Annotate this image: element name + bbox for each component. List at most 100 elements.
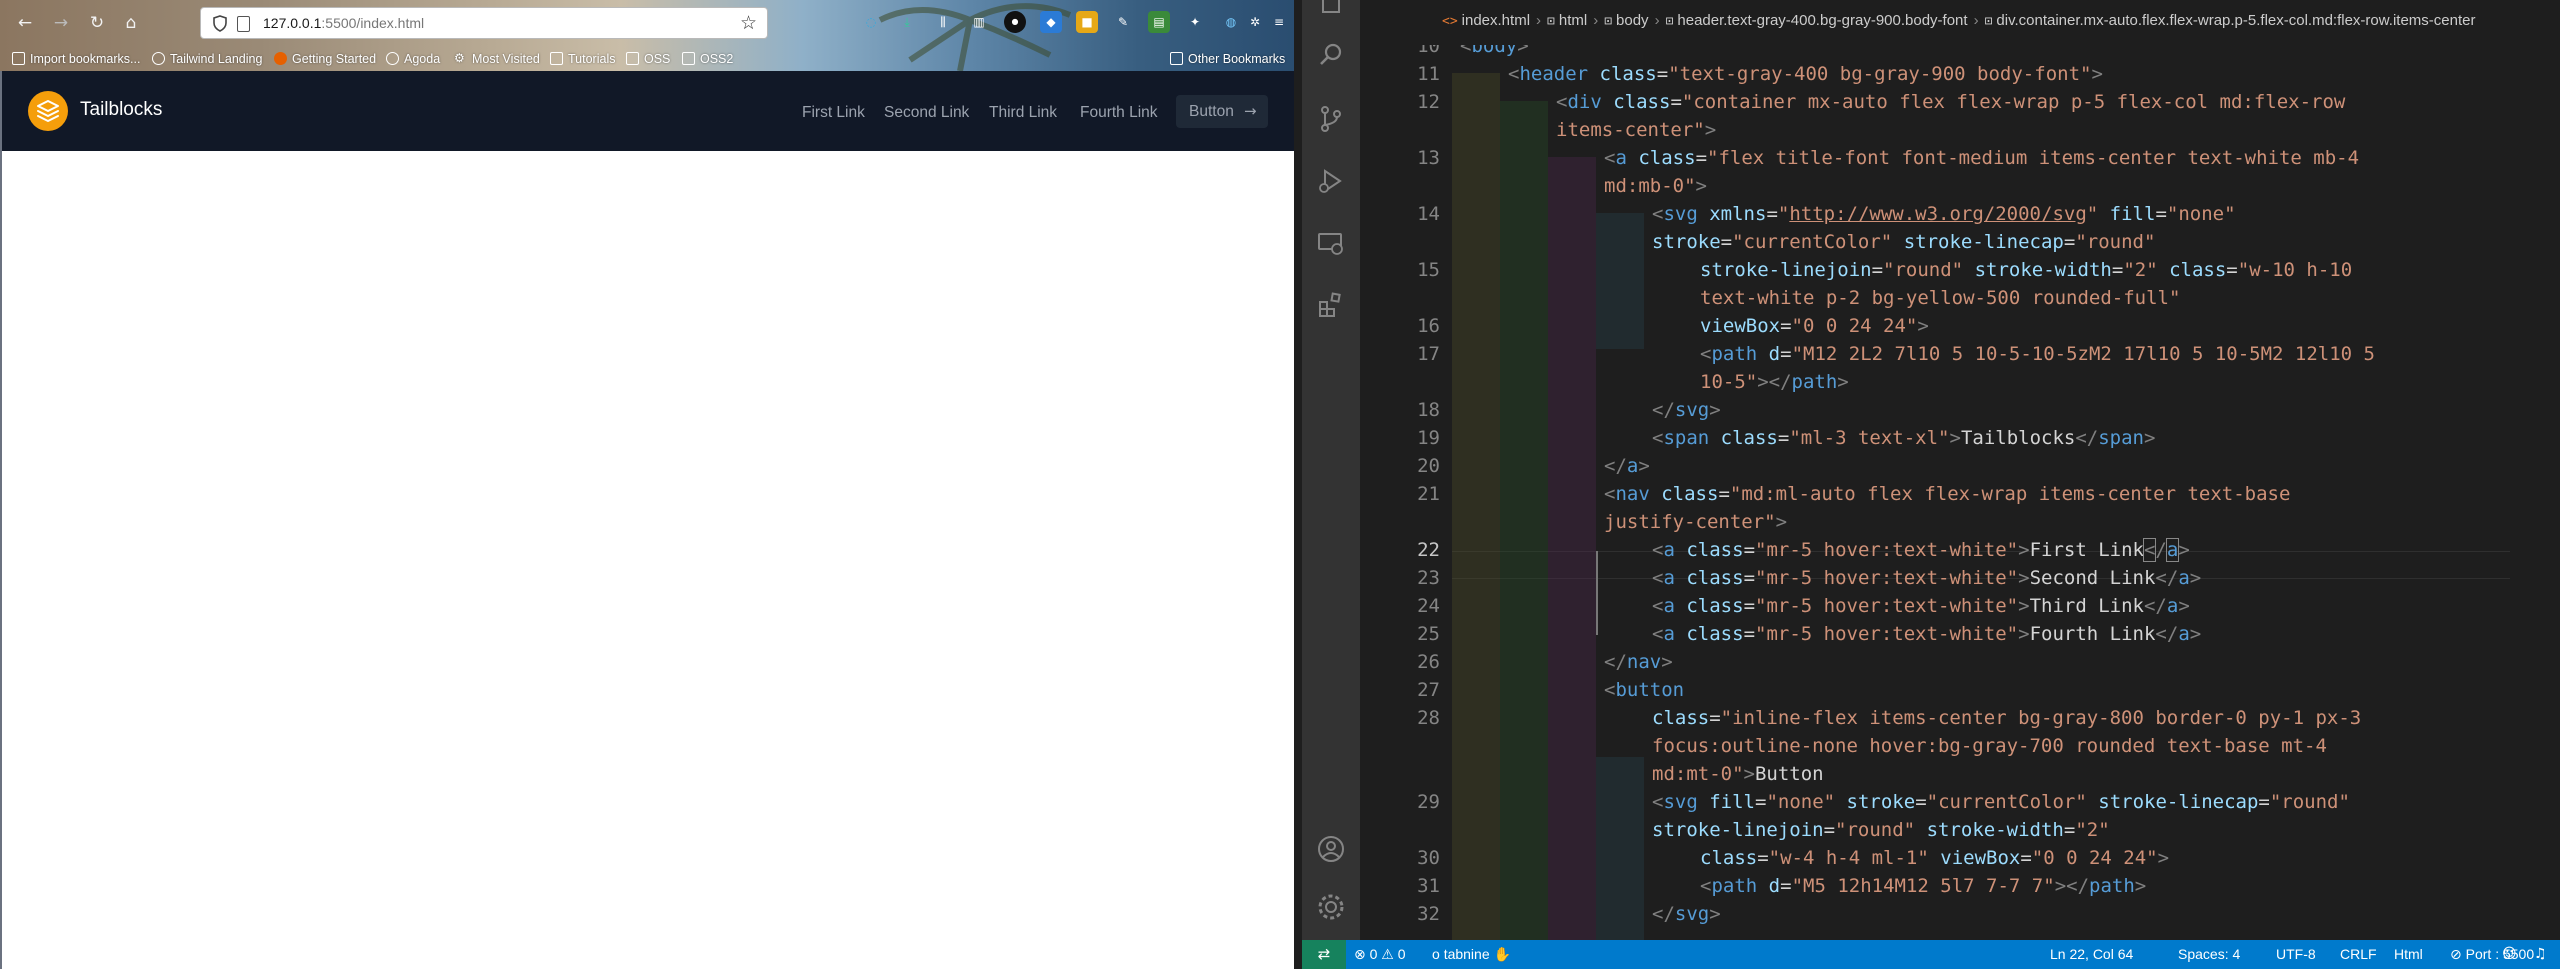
line-number: 19 [1417, 427, 1440, 449]
breadcrumb-item[interactable]: body [1616, 12, 1649, 29]
nav-fourth-link[interactable]: Fourth Link [1080, 104, 1158, 122]
indent-guide [1548, 157, 1596, 940]
indentation[interactable]: Spaces: 4 [2178, 946, 2240, 962]
explorer-icon[interactable] [1316, 0, 1346, 16]
bookmark-agoda[interactable]: Agoda [386, 49, 440, 68]
bookmark-other[interactable]: Other Bookmarks [1170, 49, 1285, 68]
indent-guide [1596, 213, 1644, 349]
gear-icon: ⚙ [454, 51, 465, 65]
site-header: Tailblocks First Link Second Link Third … [0, 71, 1294, 151]
line-number [1360, 816, 1440, 844]
line-number: 15 [1417, 259, 1440, 281]
extension-globe-icon[interactable]: ◍ [1220, 11, 1242, 33]
bookmark-oss[interactable]: OSS [626, 49, 670, 68]
code-line: <header class="text-gray-400 bg-gray-900… [1508, 63, 2103, 85]
live-server-port[interactable]: ⊘ Port : 5500 [2450, 946, 2534, 963]
language-mode[interactable]: Html [2394, 946, 2423, 962]
broadcast-icon: ⊘ [2450, 947, 2462, 963]
home-icon[interactable]: ⌂ [118, 10, 144, 36]
code-line: <a class="mr-5 hover:text-white">Second … [1652, 567, 2202, 589]
nav-row: ← → ↻ ⌂ 127.0.0.1:5500/index.html ☆ ◌ ⤓ … [0, 0, 1294, 46]
tag-icon: ⊡ [1604, 14, 1613, 29]
line-number: 12 [1417, 91, 1440, 113]
nav-second-link[interactable]: Second Link [884, 104, 969, 122]
line-number: 27 [1417, 679, 1440, 701]
nav-third-link[interactable]: Third Link [989, 104, 1057, 122]
shield-icon[interactable] [213, 15, 227, 32]
line-number: 16 [1417, 315, 1440, 337]
code-line: <a class="mr-5 hover:text-white">Fourth … [1652, 623, 2202, 645]
bookmark-label: OSS2 [700, 51, 734, 66]
settings-gear-icon[interactable] [1316, 892, 1346, 922]
line-number [1360, 760, 1440, 788]
brand-name[interactable]: Tailblocks [80, 99, 162, 121]
tabnine-label: tabnine [1443, 946, 1490, 962]
extension-notes-icon[interactable]: ✎ [1112, 11, 1134, 33]
bookmark-star-icon[interactable]: ☆ [740, 12, 757, 34]
header-button[interactable]: Button → [1176, 95, 1268, 128]
cursor-position[interactable]: Ln 22, Col 64 [2050, 946, 2133, 962]
folder-icon [626, 52, 639, 65]
globe-icon [152, 52, 165, 65]
breadcrumb-item[interactable]: html [1559, 12, 1587, 29]
extension-atom-icon[interactable]: ✲ [1244, 11, 1266, 33]
line-number: 22 [1417, 539, 1440, 561]
account-icon[interactable] [1316, 834, 1346, 864]
line-number: 29 [1417, 791, 1440, 813]
extension-bird-icon[interactable]: ✦ [1184, 11, 1206, 33]
menu-icon[interactable]: ≡ [1268, 11, 1290, 33]
run-debug-icon[interactable] [1316, 166, 1346, 196]
code-area[interactable]: 10 11 12 13 14 15 16 17 18 19 20 21 22 23 24 25 26 27 28 29… [1360, 45, 2510, 940]
code-line: class="w-4 h-4 ml-1" viewBox="0 0 24 24"… [1700, 847, 2170, 869]
logo[interactable] [28, 91, 68, 131]
reload-icon[interactable]: ↻ [84, 10, 110, 36]
url-text[interactable]: 127.0.0.1:5500/index.html [263, 15, 424, 31]
remote-explorer-icon[interactable] [1316, 228, 1346, 258]
library-icon[interactable]: ⫼ [932, 11, 954, 33]
bookmark-tutorials[interactable]: Tutorials [550, 49, 615, 68]
bookmark-import[interactable]: Import bookmarks... [12, 49, 140, 68]
line-number: 25 [1417, 623, 1440, 645]
breadcrumb-item[interactable]: header.text-gray-400.bg-gray-900.body-fo… [1677, 12, 1967, 29]
line-number: 32 [1417, 903, 1440, 925]
back-icon[interactable]: ← [12, 10, 38, 36]
bookmark-label: Other Bookmarks [1188, 51, 1286, 66]
bookmark-tailwind[interactable]: Tailwind Landing [152, 49, 262, 68]
problems-indicator[interactable]: ⊗ 0 ⚠ 0 [1354, 946, 1406, 963]
sidebar-icon[interactable]: ▥ [968, 11, 990, 33]
line-ending[interactable]: CRLF [2340, 946, 2377, 962]
bookmark-label: Tutorials [568, 51, 616, 66]
url-host: 127.0.0.1 [263, 15, 322, 31]
forward-icon[interactable]: → [48, 10, 74, 36]
feedback-icon[interactable]: ☺ [2502, 946, 2517, 962]
breadcrumb-item[interactable]: index.html [1462, 12, 1530, 29]
search-icon[interactable] [1316, 40, 1346, 70]
extension-blue-icon[interactable]: ◆ [1040, 11, 1062, 33]
extension-green-icon[interactable]: ▤ [1148, 11, 1170, 33]
extension-icon[interactable]: ● [1004, 11, 1026, 33]
firefox-icon [274, 52, 287, 65]
code-line: stroke-linejoin="round" stroke-width="2"… [1700, 259, 2353, 281]
code-line: text-white p-2 bg-yellow-500 rounded-ful… [1700, 287, 2181, 309]
notifications-bell-icon[interactable]: ♫ [2534, 946, 2547, 962]
browser-toolbar: ← → ↻ ⌂ 127.0.0.1:5500/index.html ☆ ◌ ⤓ … [0, 0, 1294, 71]
code-line: <svg fill="none" stroke="currentColor" s… [1652, 791, 2350, 813]
page-icon [237, 16, 250, 32]
extension-yellow-icon[interactable]: ■ [1076, 11, 1098, 33]
window-divider [1294, 0, 1302, 969]
breadcrumb-item[interactable]: div.container.mx-auto.flex.flex-wrap.p-5… [1996, 12, 2475, 29]
encoding[interactable]: UTF-8 [2276, 946, 2316, 962]
download-icon[interactable]: ⤓ [896, 11, 918, 33]
code-line: focus:outline-none hover:bg-gray-700 rou… [1652, 735, 2327, 757]
pocket-icon[interactable]: ◌ [860, 11, 882, 33]
tabnine-indicator[interactable]: o tabnine ✋ [1432, 946, 1511, 963]
nav-first-link[interactable]: First Link [802, 104, 865, 122]
bookmark-getting-started[interactable]: Getting Started [274, 49, 376, 68]
address-bar[interactable]: 127.0.0.1:5500/index.html ☆ [200, 7, 768, 39]
source-control-icon[interactable] [1316, 104, 1346, 134]
extensions-icon[interactable] [1316, 290, 1346, 320]
remote-indicator-icon[interactable]: ⇄ [1302, 940, 1346, 969]
code-line: </a> [1604, 455, 1650, 477]
bookmark-oss2[interactable]: OSS2 [682, 49, 733, 68]
bookmark-most-visited[interactable]: ⚙ Most Visited [454, 49, 540, 68]
